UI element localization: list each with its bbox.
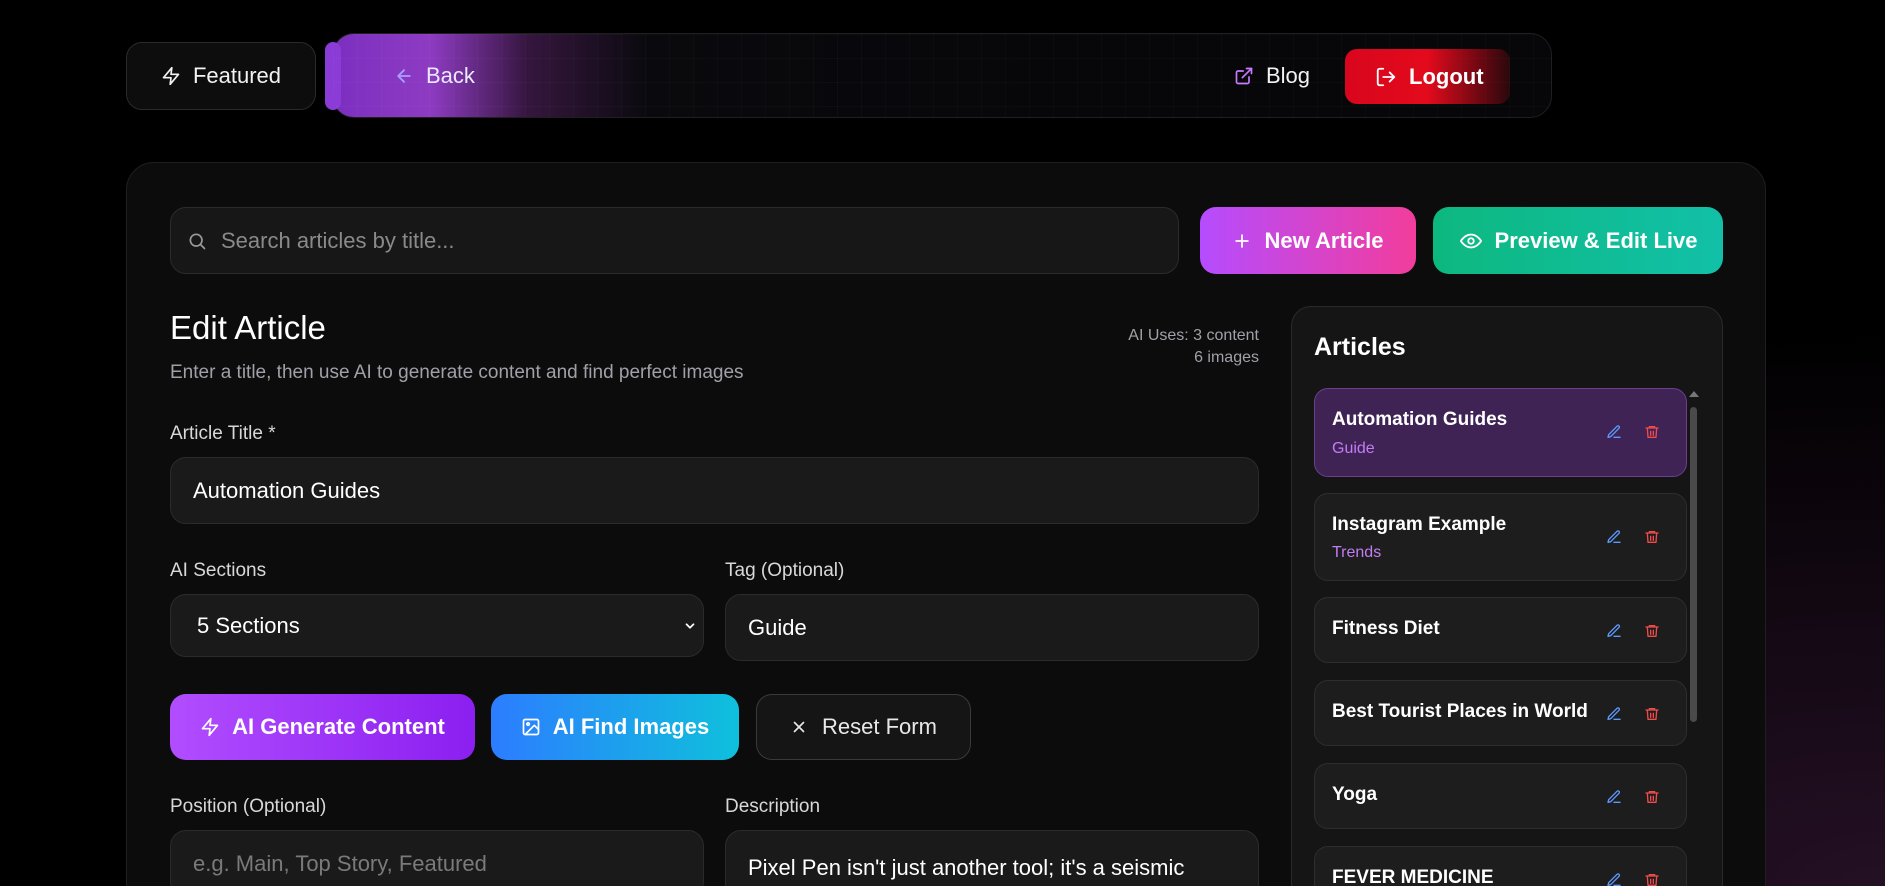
ai-uses-images: 6 images	[1194, 349, 1259, 366]
description-value: Pixel Pen isn't just another tool; it's …	[748, 855, 1185, 880]
ai-uses-counter: AI Uses: 3 content 6 images	[1128, 325, 1259, 369]
logout-label: Logout	[1409, 63, 1484, 89]
featured-button[interactable]: Featured	[126, 42, 316, 110]
article-item[interactable]: Fitness Diet	[1314, 597, 1687, 663]
article-item[interactable]: Automation Guides Guide	[1314, 388, 1687, 477]
article-item[interactable]: Best Tourist Places in World	[1314, 680, 1687, 746]
position-input[interactable]	[193, 850, 703, 877]
article-name: Fitness Diet	[1332, 618, 1440, 639]
search-bar	[170, 207, 1179, 274]
preview-label: Preview & Edit Live	[1494, 227, 1698, 253]
ai-find-images-label: AI Find Images	[552, 714, 710, 739]
tag-label: Tag (Optional)	[725, 560, 845, 581]
pencil-icon[interactable]	[1603, 620, 1625, 642]
preview-edit-live-button[interactable]: Preview & Edit Live	[1433, 207, 1723, 274]
pencil-icon[interactable]	[1603, 703, 1625, 725]
pencil-icon[interactable]	[1603, 526, 1625, 548]
trash-icon[interactable]	[1641, 526, 1663, 548]
plus-icon	[1232, 231, 1252, 251]
chevron-down-icon	[683, 619, 697, 633]
trash-icon[interactable]	[1641, 620, 1663, 642]
ai-generate-content-button[interactable]: AI Generate Content	[170, 694, 475, 760]
trash-icon[interactable]	[1641, 703, 1663, 725]
image-icon	[521, 717, 541, 737]
article-name: Best Tourist Places in World	[1332, 701, 1588, 722]
articles-title: Articles	[1314, 333, 1406, 361]
external-link-icon	[1234, 66, 1254, 86]
position-field	[170, 830, 704, 886]
article-name: FEVER MEDICINE	[1332, 867, 1494, 886]
ai-sections-value: 5 Sections	[197, 612, 300, 638]
article-tag: Guide	[1332, 440, 1375, 457]
search-icon	[187, 231, 207, 251]
new-article-button[interactable]: New Article	[1200, 207, 1416, 274]
new-article-label: New Article	[1264, 227, 1384, 253]
zap-icon	[200, 716, 220, 738]
logout-icon	[1375, 66, 1397, 88]
ai-sections-select[interactable]: 5 Sections	[170, 594, 704, 657]
pencil-icon[interactable]	[1603, 869, 1625, 886]
article-item[interactable]: Yoga	[1314, 763, 1687, 829]
ai-uses-content: AI Uses: 3 content	[1128, 327, 1259, 344]
article-name: Automation Guides	[1332, 409, 1508, 430]
article-title-label: Article Title *	[170, 423, 276, 444]
position-label: Position (Optional)	[170, 796, 327, 817]
reset-form-label: Reset Form	[822, 714, 937, 739]
description-label: Description	[725, 796, 821, 817]
reset-form-button[interactable]: Reset Form	[756, 694, 971, 760]
page-subtitle: Enter a title, then use AI to generate c…	[170, 362, 744, 383]
article-name: Yoga	[1332, 784, 1378, 805]
tag-input[interactable]	[748, 614, 1258, 641]
blog-link[interactable]: Blog	[1228, 50, 1316, 102]
ai-sections-label: AI Sections	[170, 560, 267, 581]
description-textarea[interactable]: Pixel Pen isn't just another tool; it's …	[725, 830, 1259, 886]
logout-button[interactable]: Logout	[1345, 49, 1510, 104]
tag-field	[725, 594, 1259, 661]
featured-label: Featured	[192, 63, 282, 88]
article-title-field	[170, 457, 1259, 524]
trash-icon[interactable]	[1641, 786, 1663, 808]
close-icon	[790, 718, 808, 736]
trash-icon[interactable]	[1641, 421, 1663, 443]
ai-find-images-button[interactable]: AI Find Images	[491, 694, 739, 760]
zap-icon	[161, 65, 181, 87]
search-input[interactable]	[221, 227, 1121, 254]
page-title: Edit Article	[170, 309, 326, 346]
trash-icon[interactable]	[1641, 869, 1663, 886]
ai-generate-label: AI Generate Content	[232, 714, 445, 739]
arrow-left-icon	[394, 66, 414, 86]
article-title-input[interactable]	[193, 477, 1258, 504]
article-tag: Trends	[1332, 544, 1382, 561]
scroll-up-arrow[interactable]	[1689, 391, 1699, 397]
pencil-icon[interactable]	[1603, 786, 1625, 808]
back-button[interactable]: Back	[384, 50, 485, 102]
article-name: Instagram Example	[1332, 514, 1507, 535]
blog-label: Blog	[1266, 63, 1311, 88]
article-item[interactable]: FEVER MEDICINE	[1314, 846, 1687, 886]
pencil-icon[interactable]	[1603, 421, 1625, 443]
article-item[interactable]: Instagram Example Trends	[1314, 493, 1687, 581]
back-label: Back	[426, 63, 475, 88]
eye-icon	[1459, 230, 1483, 252]
sidebar-scrollbar[interactable]	[1690, 407, 1697, 722]
